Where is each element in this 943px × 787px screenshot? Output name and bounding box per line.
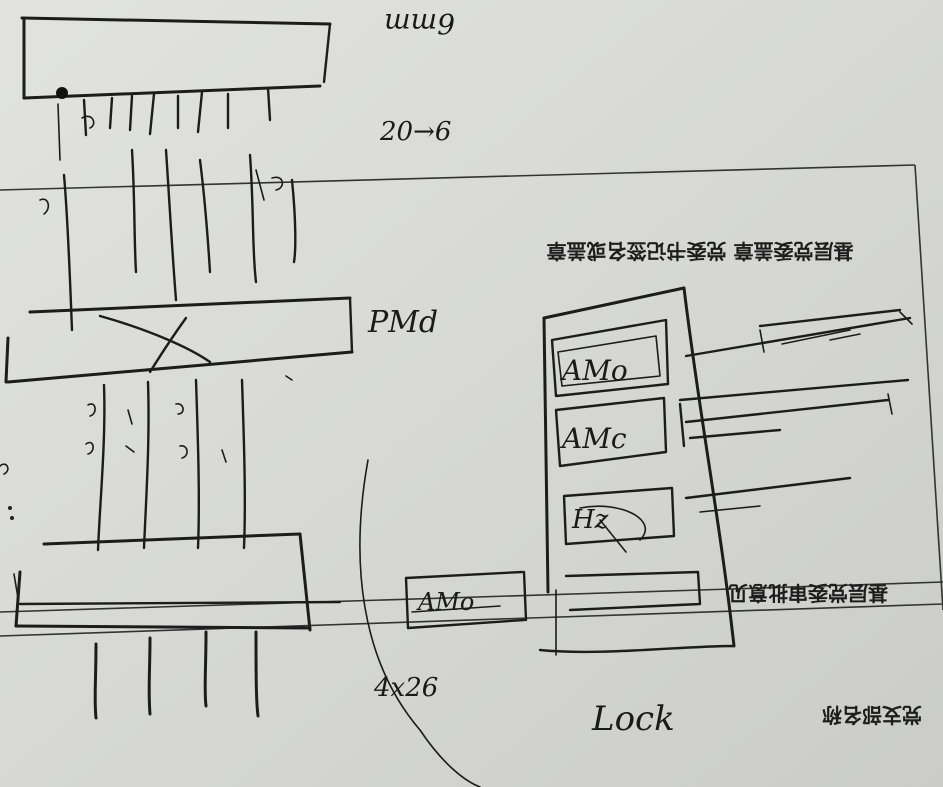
label-hz: Hz <box>571 505 609 535</box>
junction-dot <box>56 87 68 99</box>
paper-background <box>0 0 943 787</box>
printed-heading-2: 基层党委审批意见 <box>728 581 888 605</box>
label-pmd: PMd <box>367 305 438 340</box>
note-6mm: 6mm <box>384 7 455 40</box>
label-amo-3: AMo <box>416 588 474 616</box>
label-amo-2: AMc <box>559 422 627 455</box>
printed-heading-3: 党支部名称 <box>822 703 922 727</box>
label-4x26: 4x26 <box>373 673 438 703</box>
label-lock: Lock <box>591 699 675 739</box>
note-20-to-6: 20→6 <box>379 117 451 147</box>
printed-heading-1: 基层党委盖章 党委书记签名或盖章 <box>547 239 854 263</box>
label-amo-1: AMo <box>559 354 628 387</box>
sketch-canvas: 6mm 20→6 PMd AMo AMc Hz AMo 4x26 Lock 基层… <box>0 0 943 787</box>
